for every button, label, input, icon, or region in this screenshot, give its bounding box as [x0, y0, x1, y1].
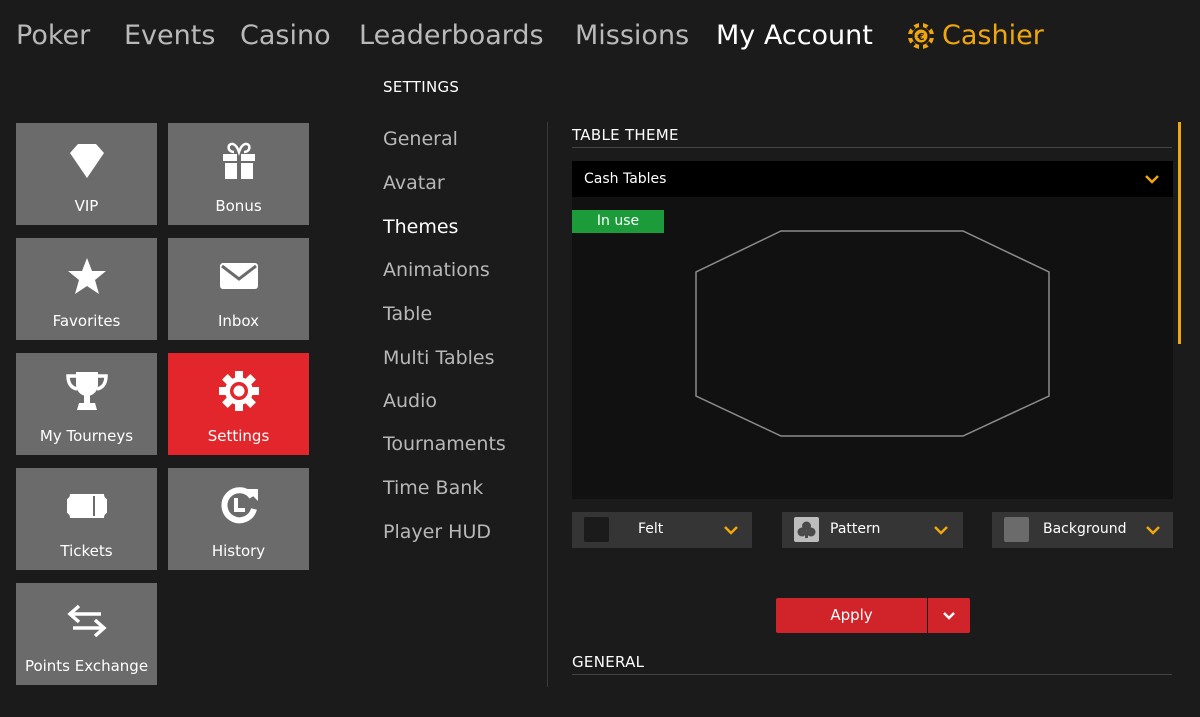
- scrollbar-thumb[interactable]: [1178, 122, 1181, 344]
- envelope-icon: [219, 263, 258, 289]
- gear-icon: [218, 371, 259, 411]
- felt-label: Felt: [638, 521, 664, 537]
- settings-menu-table[interactable]: Table: [383, 303, 432, 325]
- tile-inbox[interactable]: Inbox: [168, 238, 309, 340]
- in-use-badge: In use: [572, 210, 664, 233]
- settings-menu-themes[interactable]: Themes: [383, 216, 458, 238]
- settings-menu-avatar[interactable]: Avatar: [383, 172, 445, 194]
- settings-menu-time-bank[interactable]: Time Bank: [383, 477, 483, 499]
- tile-bonus[interactable]: Bonus: [168, 123, 309, 225]
- tile-label: Tickets: [60, 542, 113, 560]
- history-icon: [220, 487, 258, 524]
- chevron-down-icon: [943, 611, 955, 620]
- general-title: GENERAL: [572, 653, 645, 671]
- table-theme-title: TABLE THEME: [572, 126, 679, 144]
- tile-my-tourneys[interactable]: My Tourneys: [16, 353, 157, 455]
- pattern-dropdown[interactable]: Pattern: [782, 512, 963, 548]
- nav-my-account[interactable]: My Account: [716, 16, 873, 56]
- star-icon: [67, 258, 106, 294]
- settings-menu-general[interactable]: General: [383, 128, 458, 150]
- section-divider: [572, 674, 1172, 675]
- tile-settings[interactable]: Settings: [168, 353, 309, 455]
- nav-poker[interactable]: Poker: [16, 16, 90, 56]
- chevron-down-icon: [724, 526, 738, 535]
- apply-options-button[interactable]: [928, 598, 970, 633]
- settings-menu-animations[interactable]: Animations: [383, 259, 490, 281]
- svg-text:€: €: [917, 32, 925, 43]
- tile-points-exchange[interactable]: Points Exchange: [16, 583, 157, 685]
- pattern-label: Pattern: [830, 521, 881, 537]
- felt-dropdown[interactable]: Felt: [572, 512, 752, 548]
- trophy-icon: [65, 372, 108, 410]
- chevron-down-icon: [934, 526, 948, 535]
- tile-label: Points Exchange: [24, 657, 149, 675]
- ticket-icon: [66, 494, 107, 518]
- nav-events[interactable]: Events: [124, 16, 215, 56]
- tile-label: Settings: [207, 427, 270, 445]
- pattern-swatch-icon: [794, 517, 819, 542]
- tile-label: Inbox: [217, 312, 260, 330]
- chevron-down-icon: [1146, 526, 1160, 535]
- background-dropdown[interactable]: Background: [992, 512, 1173, 548]
- gift-icon: [222, 142, 255, 179]
- nav-cashier-label: Cashier: [942, 20, 1044, 51]
- chevron-down-icon: [1145, 175, 1159, 184]
- table-theme-dropdown[interactable]: Cash Tables: [572, 161, 1173, 197]
- felt-swatch: [584, 517, 609, 542]
- poker-table-outline: [695, 230, 1050, 437]
- nav-casino[interactable]: Casino: [240, 16, 331, 56]
- tile-tickets[interactable]: Tickets: [16, 468, 157, 570]
- top-navigation: Poker Events Casino Leaderboards Mission…: [0, 0, 1200, 72]
- tile-favorites[interactable]: Favorites: [16, 238, 157, 340]
- nav-leaderboards[interactable]: Leaderboards: [359, 16, 544, 56]
- settings-menu-audio[interactable]: Audio: [383, 390, 437, 412]
- nav-missions[interactable]: Missions: [575, 16, 689, 56]
- apply-button[interactable]: Apply: [776, 598, 927, 633]
- table-theme-selected: Cash Tables: [584, 171, 667, 187]
- tile-label: VIP: [74, 197, 99, 215]
- nav-cashier[interactable]: € Cashier: [906, 16, 1044, 56]
- background-label: Background: [1043, 521, 1127, 537]
- diamond-icon: [69, 144, 104, 178]
- background-swatch: [1004, 517, 1029, 542]
- tile-label: History: [211, 542, 266, 560]
- column-divider: [547, 122, 548, 687]
- settings-menu-tournaments[interactable]: Tournaments: [383, 433, 506, 455]
- casino-chip-icon: €: [908, 23, 934, 49]
- settings-menu-multi-tables[interactable]: Multi Tables: [383, 347, 495, 369]
- settings-heading: SETTINGS: [383, 78, 460, 96]
- tile-label: Bonus: [215, 197, 262, 215]
- settings-menu-player-hud[interactable]: Player HUD: [383, 521, 491, 543]
- tile-vip[interactable]: VIP: [16, 123, 157, 225]
- exchange-arrows-icon: [66, 604, 107, 638]
- tile-label: My Tourneys: [39, 427, 134, 445]
- section-divider: [572, 147, 1172, 148]
- tile-history[interactable]: History: [168, 468, 309, 570]
- tile-label: Favorites: [52, 312, 121, 330]
